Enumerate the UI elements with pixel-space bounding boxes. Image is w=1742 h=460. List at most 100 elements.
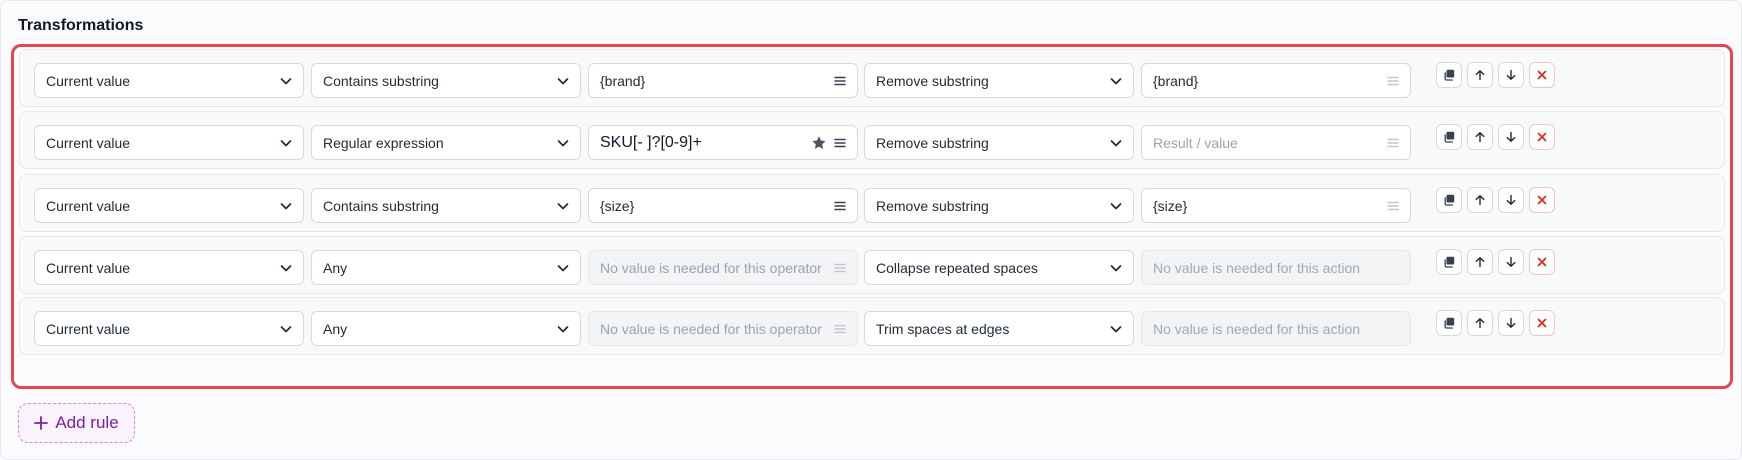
action-select[interactable]: Remove substring <box>864 125 1134 160</box>
chevron-down-icon <box>556 199 570 213</box>
delete-rule-button[interactable] <box>1529 249 1555 275</box>
star-icon[interactable] <box>811 135 827 151</box>
action-select-value: Trim spaces at edges <box>876 320 1010 337</box>
source-select[interactable]: Current value <box>34 63 304 98</box>
action-select[interactable]: Remove substring <box>864 188 1134 223</box>
rule-row: Current value Any No value is needed for t… <box>19 297 1725 355</box>
delete-rule-button[interactable] <box>1529 124 1555 150</box>
chevron-down-icon <box>1109 136 1123 150</box>
chevron-down-icon <box>556 322 570 336</box>
arrow-up-icon <box>1474 194 1486 206</box>
chevron-down-icon <box>556 136 570 150</box>
row-actions <box>1436 310 1555 336</box>
result-input: No value is needed for this action <box>1141 250 1411 285</box>
source-select[interactable]: Current value <box>34 125 304 160</box>
transformations-panel: Transformations Current value Contains su… <box>0 0 1742 460</box>
chevron-down-icon <box>279 261 293 275</box>
pattern-value: {brand} <box>600 72 646 89</box>
arrow-up-icon <box>1474 256 1486 268</box>
operator-select[interactable]: Any <box>311 250 581 285</box>
menu-icon[interactable] <box>833 199 847 213</box>
pattern-placeholder: No value is needed for this operator <box>600 320 822 337</box>
menu-icon[interactable] <box>833 136 847 150</box>
close-icon <box>1536 194 1548 206</box>
delete-rule-button[interactable] <box>1529 310 1555 336</box>
result-input[interactable]: {brand} <box>1141 63 1411 98</box>
duplicate-icon <box>1443 131 1455 143</box>
source-select[interactable]: Current value <box>34 311 304 346</box>
result-input[interactable]: {size} <box>1141 188 1411 223</box>
source-select-value: Current value <box>46 320 131 337</box>
rule-row: Current value Any No value is needed for t… <box>19 236 1725 294</box>
source-select[interactable]: Current value <box>34 250 304 285</box>
menu-icon <box>833 322 847 336</box>
duplicate-icon <box>1443 69 1455 81</box>
source-select-value: Current value <box>46 134 131 151</box>
result-placeholder: No value is needed for this action <box>1153 259 1361 276</box>
source-select[interactable]: Current value <box>34 188 304 223</box>
action-select-value: Remove substring <box>876 72 989 89</box>
operator-select-value: Any <box>323 320 348 337</box>
menu-icon[interactable] <box>833 74 847 88</box>
row-actions <box>1436 62 1555 88</box>
move-up-button[interactable] <box>1467 62 1493 88</box>
action-select[interactable]: Remove substring <box>864 63 1134 98</box>
result-input[interactable]: Result / value <box>1141 125 1411 160</box>
source-select-value: Current value <box>46 197 131 214</box>
action-select-value: Remove substring <box>876 197 989 214</box>
move-down-button[interactable] <box>1498 124 1524 150</box>
duplicate-rule-button[interactable] <box>1436 62 1462 88</box>
operator-select[interactable]: Any <box>311 311 581 346</box>
close-icon <box>1536 69 1548 81</box>
duplicate-icon <box>1443 194 1455 206</box>
arrow-down-icon <box>1505 256 1517 268</box>
move-down-button[interactable] <box>1498 310 1524 336</box>
row-actions <box>1436 124 1555 150</box>
pattern-input: No value is needed for this operator <box>588 250 858 285</box>
move-up-button[interactable] <box>1467 124 1493 150</box>
move-up-button[interactable] <box>1467 187 1493 213</box>
operator-select[interactable]: Contains substring <box>311 188 581 223</box>
arrow-up-icon <box>1474 69 1486 81</box>
close-icon <box>1536 131 1548 143</box>
duplicate-rule-button[interactable] <box>1436 310 1462 336</box>
action-select[interactable]: Collapse repeated spaces <box>864 250 1134 285</box>
pattern-value: SKU[- ]?[0-9]+ <box>600 133 702 151</box>
rules-list: Current value Contains substring {brand} Re… <box>11 44 1733 389</box>
chevron-down-icon <box>279 322 293 336</box>
result-input: No value is needed for this action <box>1141 311 1411 346</box>
chevron-down-icon <box>1109 261 1123 275</box>
move-up-button[interactable] <box>1467 249 1493 275</box>
move-down-button[interactable] <box>1498 62 1524 88</box>
operator-select[interactable]: Regular expression <box>311 125 581 160</box>
action-select[interactable]: Trim spaces at edges <box>864 311 1134 346</box>
add-rule-button[interactable]: Add rule <box>18 403 135 443</box>
move-up-button[interactable] <box>1467 310 1493 336</box>
duplicate-rule-button[interactable] <box>1436 124 1462 150</box>
duplicate-rule-button[interactable] <box>1436 187 1462 213</box>
menu-icon <box>1386 136 1400 150</box>
section-title: Transformations <box>18 17 144 34</box>
operator-select[interactable]: Contains substring <box>311 63 581 98</box>
pattern-input[interactable]: {size} <box>588 188 858 223</box>
arrow-down-icon <box>1505 131 1517 143</box>
action-select-value: Collapse repeated spaces <box>876 259 1038 276</box>
source-select-value: Current value <box>46 259 131 276</box>
delete-rule-button[interactable] <box>1529 62 1555 88</box>
pattern-input[interactable]: {brand} <box>588 63 858 98</box>
operator-select-value: Contains substring <box>323 197 439 214</box>
add-rule-label: Add rule <box>55 413 119 432</box>
duplicate-rule-button[interactable] <box>1436 249 1462 275</box>
duplicate-icon <box>1443 317 1455 329</box>
duplicate-icon <box>1443 256 1455 268</box>
arrow-up-icon <box>1474 317 1486 329</box>
arrow-down-icon <box>1505 317 1517 329</box>
move-down-button[interactable] <box>1498 187 1524 213</box>
pattern-input[interactable]: SKU[- ]?[0-9]+ <box>588 125 858 160</box>
operator-select-value: Regular expression <box>323 134 444 151</box>
move-down-button[interactable] <box>1498 249 1524 275</box>
result-value: {brand} <box>1153 72 1199 89</box>
chevron-down-icon <box>279 74 293 88</box>
chevron-down-icon <box>556 74 570 88</box>
delete-rule-button[interactable] <box>1529 187 1555 213</box>
